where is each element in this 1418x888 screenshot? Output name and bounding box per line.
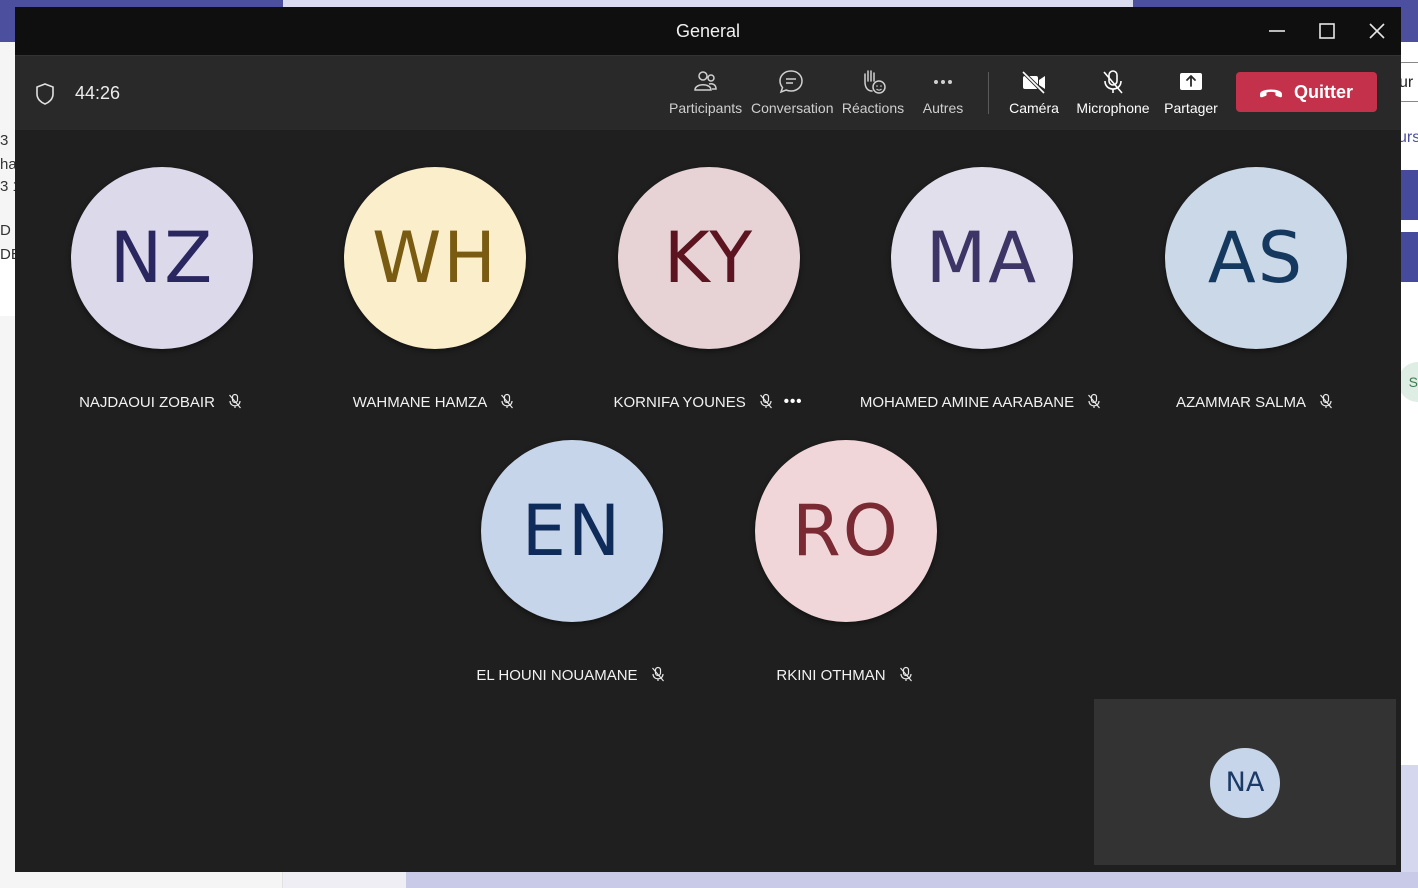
self-avatar: NA — [1210, 748, 1280, 818]
share-button[interactable]: Partager — [1161, 68, 1221, 124]
share-tray-icon — [1177, 68, 1205, 96]
microphone-label: Microphone — [1076, 100, 1150, 116]
participant-tile[interactable]: MA MOHAMED AMINE AARABANE — [851, 167, 1111, 411]
camera-button[interactable]: Caméra — [1004, 68, 1064, 124]
raise-hand-icon — [859, 68, 887, 96]
more-button[interactable]: Autres — [915, 68, 971, 124]
mic-muted-icon — [499, 393, 515, 409]
participant-name-row: KORNIFA YOUNES ••• — [578, 393, 838, 411]
leave-button[interactable]: Quitter — [1236, 72, 1377, 112]
microphone-off-icon — [1099, 68, 1127, 96]
background-search-bar — [283, 0, 1133, 7]
participant-name-row: AZAMMAR SALMA — [1125, 393, 1385, 411]
window-title: General — [675, 21, 741, 41]
background-text: 3 — [0, 132, 9, 149]
reactions-button[interactable]: Réactions — [841, 68, 905, 124]
participants-button[interactable]: Participants — [669, 68, 743, 124]
share-label: Partager — [1164, 100, 1218, 116]
participant-tile[interactable]: RO RKINI OTHMAN — [715, 440, 975, 684]
mic-muted-icon — [758, 393, 774, 409]
avatar: WH — [344, 167, 526, 349]
participant-tile[interactable]: EN EL HOUNI NOUAMANE — [441, 440, 701, 684]
hang-up-icon — [1258, 83, 1284, 101]
participant-name: AZAMMAR SALMA — [1175, 394, 1307, 411]
avatar: RO — [755, 440, 937, 622]
self-view[interactable]: NA — [1094, 699, 1396, 865]
toolbar-divider — [988, 72, 989, 114]
avatar: NZ — [71, 167, 253, 349]
meeting-timer: 44:26 — [75, 83, 121, 103]
participants-label: Participants — [669, 100, 743, 116]
meeting-toolbar: 44:26 Participants Conversation Réaction… — [15, 56, 1401, 130]
background-right-panel — [1398, 42, 1418, 888]
background-panel-section — [1398, 765, 1418, 872]
title-bar: General — [15, 7, 1401, 56]
reactions-label: Réactions — [841, 100, 905, 116]
mic-muted-icon — [1086, 393, 1102, 409]
avatar: MA — [891, 167, 1073, 349]
participant-name: WAHMANE HAMZA — [352, 394, 488, 411]
participant-name-row: RKINI OTHMAN — [715, 666, 975, 684]
avatar: EN — [481, 440, 663, 622]
participant-name-row: WAHMANE HAMZA — [304, 393, 564, 411]
background-input: ur — [1398, 62, 1418, 102]
participant-more-options-button[interactable]: ••• — [784, 393, 803, 410]
participant-name-row: NAJDAOUI ZOBAIR — [31, 393, 291, 411]
people-icon — [691, 68, 719, 96]
more-label: Autres — [922, 100, 964, 116]
shield-icon[interactable] — [34, 82, 56, 106]
avatar: AS — [1165, 167, 1347, 349]
chat-icon — [777, 68, 805, 96]
mic-muted-icon — [227, 393, 243, 409]
background-button — [1398, 232, 1418, 282]
close-icon[interactable] — [1365, 19, 1389, 43]
participant-name-row: EL HOUNI NOUAMANE — [441, 666, 701, 684]
participant-name: RKINI OTHMAN — [776, 667, 886, 684]
participant-tile[interactable]: WH WAHMANE HAMZA — [304, 167, 564, 411]
microphone-button[interactable]: Microphone — [1073, 68, 1153, 124]
background-footer — [406, 872, 1418, 888]
background-button — [1398, 170, 1418, 220]
participant-name: MOHAMED AMINE AARABANE — [859, 394, 1075, 411]
more-options-icon — [929, 68, 957, 96]
conversation-button[interactable]: Conversation — [751, 68, 834, 124]
participant-tile[interactable]: AS AZAMMAR SALMA — [1125, 167, 1385, 411]
leave-label: Quitter — [1294, 82, 1354, 102]
participant-name: KORNIFA YOUNES — [613, 394, 746, 411]
participant-name: NAJDAOUI ZOBAIR — [79, 394, 215, 411]
avatar: KY — [618, 167, 800, 349]
participant-name-row: MOHAMED AMINE AARABANE — [851, 393, 1111, 411]
mic-muted-icon — [1318, 393, 1334, 409]
mic-muted-icon — [650, 666, 666, 682]
meeting-window: General 44:26 Participants Conversation — [15, 7, 1401, 872]
camera-off-icon — [1020, 68, 1048, 96]
participant-tile[interactable]: NZ NAJDAOUI ZOBAIR — [31, 167, 291, 411]
camera-label: Caméra — [1009, 100, 1059, 116]
mic-muted-icon — [898, 666, 914, 682]
participant-tile[interactable]: KY KORNIFA YOUNES ••• — [578, 167, 838, 411]
participant-name: EL HOUNI NOUAMANE — [476, 667, 638, 684]
background-link: urs — [1398, 129, 1418, 146]
maximize-icon[interactable] — [1315, 19, 1339, 43]
conversation-label: Conversation — [751, 100, 834, 116]
minimize-icon[interactable] — [1265, 19, 1289, 43]
